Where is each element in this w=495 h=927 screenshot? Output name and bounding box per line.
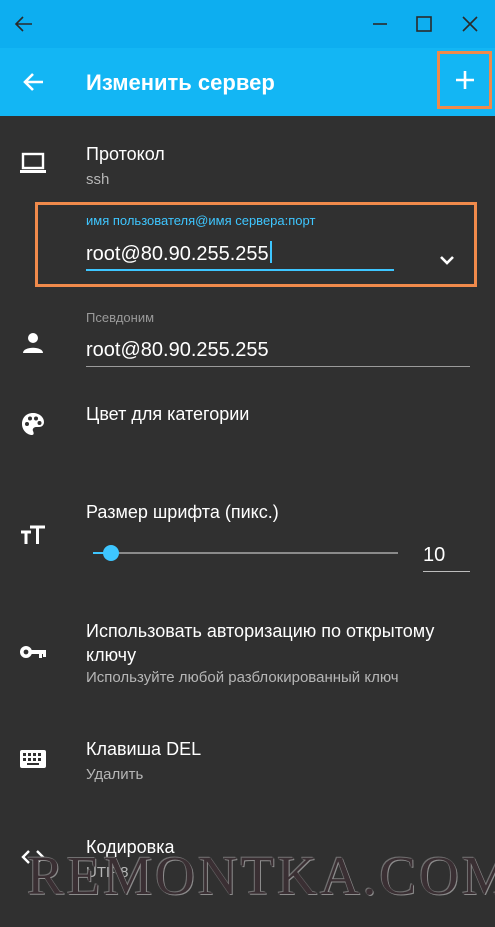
- maximize-icon: [416, 16, 432, 32]
- del-key-label[interactable]: Клавиша DEL: [86, 739, 201, 760]
- laptop-icon: [18, 148, 48, 178]
- keyboard-icon: [18, 744, 48, 774]
- nickname-input[interactable]: root@80.90.255.255: [86, 339, 269, 362]
- key-icon: [18, 637, 48, 667]
- window-maximize-button[interactable]: [402, 0, 446, 48]
- address-input[interactable]: root@80.90.255.255: [86, 241, 272, 266]
- arrow-left-icon: [14, 16, 32, 32]
- watermark-text: REMONTKA.COM: [27, 845, 495, 906]
- font-size-value-underline: [423, 571, 470, 572]
- minimize-icon: [373, 23, 387, 25]
- font-size-slider[interactable]: [93, 545, 398, 561]
- font-size-label: Размер шрифта (пикс.): [86, 502, 279, 522]
- chevron-down-icon: [440, 256, 454, 265]
- palette-icon: [18, 409, 48, 439]
- protocol-value[interactable]: ssh: [86, 171, 109, 188]
- page-title: Изменить сервер: [86, 70, 275, 95]
- pubkey-label-line2[interactable]: ключу: [86, 645, 136, 666]
- window-minimize-button[interactable]: [358, 0, 402, 48]
- arrow-left-icon: [23, 73, 43, 91]
- nickname-label: Псевдоним: [86, 310, 155, 325]
- server-form: Протокол ssh имя пользователя@имя сервер…: [0, 116, 495, 927]
- font-size-value[interactable]: 10: [423, 544, 445, 567]
- window-close-button[interactable]: [448, 0, 492, 48]
- back-button[interactable]: [10, 58, 58, 106]
- window-back-button[interactable]: [2, 0, 46, 48]
- text-size-icon: [18, 520, 48, 550]
- pubkey-label-line1[interactable]: Использовать авторизацию по открытому: [86, 621, 434, 642]
- person-icon: [18, 328, 48, 358]
- address-dropdown-button[interactable]: [436, 250, 458, 270]
- address-underline: [86, 269, 394, 271]
- add-button[interactable]: [437, 51, 492, 109]
- del-key-value[interactable]: Удалить: [86, 766, 143, 783]
- pubkey-description: Используйте любой разблокированный ключ: [86, 669, 399, 686]
- text-cursor: [269, 241, 272, 263]
- protocol-label[interactable]: Протокол: [86, 144, 165, 165]
- category-color-label[interactable]: Цвет для категории: [86, 404, 249, 425]
- app-toolbar: Изменить сервер: [0, 48, 495, 116]
- window-titlebar: [0, 0, 495, 48]
- address-label: имя пользователя@имя сервера:порт: [86, 213, 316, 228]
- close-icon: [462, 16, 478, 32]
- slider-thumb[interactable]: [103, 545, 120, 561]
- nickname-underline: [86, 366, 470, 367]
- plus-icon: [455, 71, 474, 89]
